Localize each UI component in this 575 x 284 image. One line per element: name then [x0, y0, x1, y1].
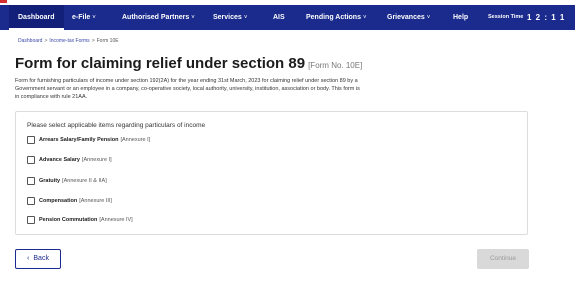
checkbox[interactable] [27, 216, 35, 224]
option-annexure: [Annexure I] [120, 137, 151, 143]
nav-label: Dashboard [18, 14, 55, 21]
continue-button[interactable]: Continue [477, 249, 529, 269]
continue-button-label: Continue [489, 255, 517, 262]
option-label: Arrears Salary/Family Pension [Annexure I… [39, 137, 150, 143]
nav-item-ais[interactable]: AIS [273, 5, 285, 30]
card-heading: Please select applicable items regarding… [27, 122, 206, 129]
nav-item-efile[interactable]: e-File ˅ [72, 5, 96, 30]
back-button[interactable]: ‹ Back [15, 249, 61, 269]
back-button-label: Back [33, 255, 49, 262]
option-label: Gratuity [Annexure II & IIA] [39, 178, 107, 184]
option-annexure: [Annexure III] [79, 198, 112, 204]
chevron-down-icon: ˅ [92, 15, 96, 21]
nav-label: Authorised Partners [122, 14, 190, 21]
option-label: Pension Commutation [Annexure IV] [39, 217, 133, 223]
nav-label: e-File [72, 14, 91, 21]
chevron-left-icon: ‹ [27, 255, 30, 262]
nav-item-authorised-partners[interactable]: Authorised Partners ˅ [122, 5, 195, 30]
checkbox[interactable] [27, 177, 35, 185]
chevron-down-icon: ˅ [191, 15, 195, 21]
brand-accent [0, 0, 7, 3]
option-label: Compensation [Annexure III] [39, 198, 112, 204]
chevron-down-icon: ˅ [426, 15, 431, 21]
nav-item-services[interactable]: Services ˅ [213, 5, 247, 30]
nav-item-grievances[interactable]: Grievances ˅ [387, 5, 430, 30]
page-description: Form for furnishing particulars of incom… [15, 78, 360, 100]
option-label-text: Compensation [39, 198, 78, 204]
nav-label: Help [453, 14, 469, 21]
breadcrumb-item-dashboard[interactable]: Dashboard [18, 38, 42, 44]
breadcrumb-separator: > [91, 38, 95, 44]
chevron-down-icon: ˅ [362, 15, 367, 21]
option-label-text: Advance Salary [39, 157, 80, 163]
nav-item-dashboard[interactable]: Dashboard [9, 5, 64, 30]
option-annexure: [Annexure II & IIA] [62, 178, 107, 184]
checkbox[interactable] [27, 136, 35, 144]
form-number: [Form No. 10E] [308, 61, 363, 70]
main-nav: Dashboard e-File ˅ Authorised Partners ˅ S… [0, 5, 575, 30]
option-label-text: Gratuity [39, 178, 61, 184]
nav-label: AIS [273, 14, 285, 21]
breadcrumb-separator: > [44, 38, 48, 44]
nav-label: Pending Actions [306, 14, 361, 21]
option-label-text: Arrears Salary/Family Pension [39, 137, 119, 143]
option-label: Advance Salary [Annexure I] [39, 157, 112, 163]
income-items-card: Please select applicable items regarding… [15, 111, 528, 235]
option-annexure: [Annexure IV] [99, 217, 133, 223]
nav-label: Grievances [387, 14, 425, 21]
checkbox[interactable] [27, 156, 35, 164]
page-title: Form for claiming relief under section 8… [15, 55, 362, 72]
session-timer: 1 2 : 1 1 [527, 13, 566, 22]
nav-label: Services [213, 14, 242, 21]
page-title-text: Form for claiming relief under section 8… [15, 55, 306, 72]
chevron-down-icon: ˅ [243, 15, 248, 21]
breadcrumb: Dashboard > Income-tax Forms > Form 10E [18, 38, 119, 44]
option-label-text: Pension Commutation [39, 217, 98, 223]
option-annexure: [Annexure I] [81, 157, 112, 163]
checkbox[interactable] [27, 197, 35, 205]
nav-item-help[interactable]: Help [453, 5, 468, 30]
session-time-label: Session Time [488, 14, 524, 20]
breadcrumb-item-income-tax-forms[interactable]: Income-tax Forms [49, 38, 89, 44]
nav-item-pending-actions[interactable]: Pending Actions ˅ [306, 5, 366, 30]
breadcrumb-item-current: Form 10E [96, 38, 119, 44]
